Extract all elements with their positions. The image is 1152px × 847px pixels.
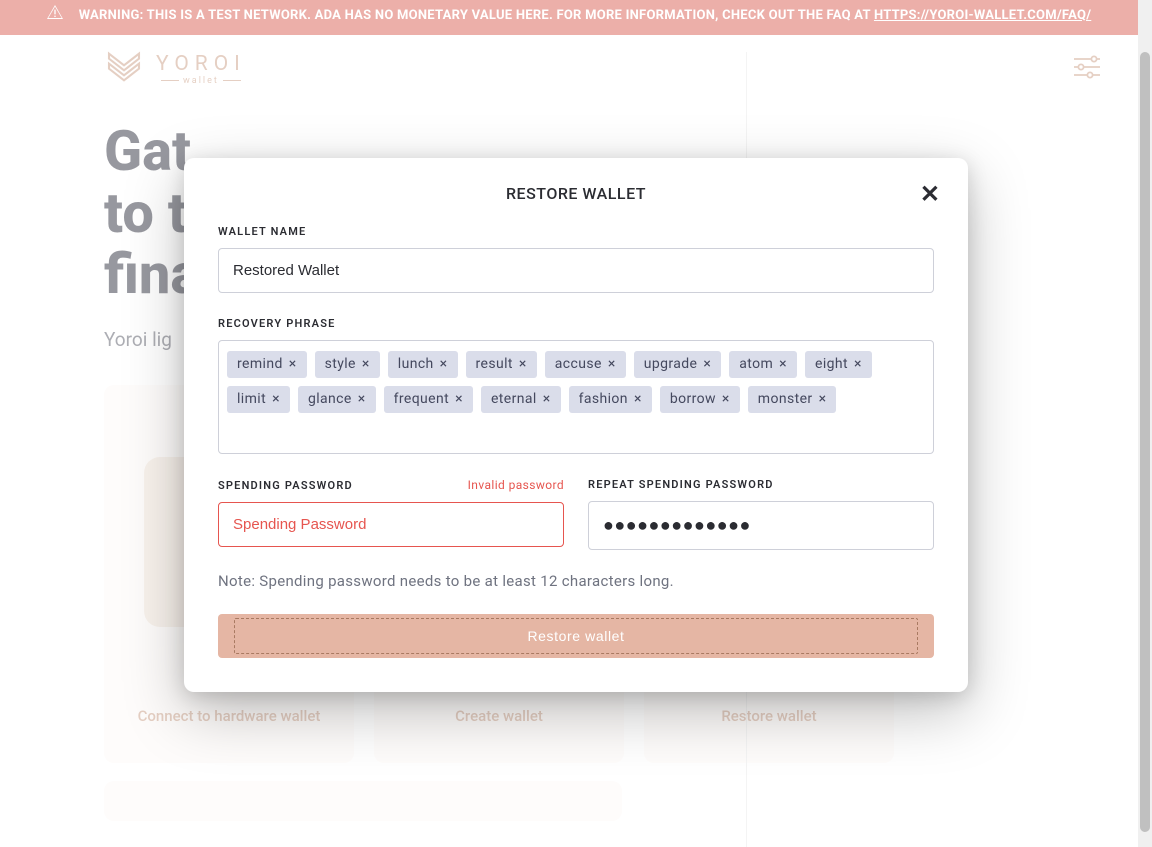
recovery-phrase-label: RECOVERY PHRASE: [218, 317, 934, 330]
scrollbar-thumb[interactable]: [1140, 52, 1150, 832]
remove-word-icon[interactable]: ×: [722, 391, 730, 407]
spending-password-error: Invalid password: [468, 478, 564, 492]
remove-word-icon[interactable]: ×: [779, 356, 787, 372]
close-icon[interactable]: ✕: [920, 180, 940, 208]
wallet-name-input[interactable]: [218, 248, 934, 293]
recovery-word-text: remind: [237, 356, 283, 372]
recovery-word-tag: fashion ×: [569, 386, 652, 413]
restore-wallet-modal: RESTORE WALLET ✕ WALLET NAME RECOVERY PH…: [184, 158, 968, 692]
remove-word-icon[interactable]: ×: [289, 356, 297, 372]
recovery-word-tag: borrow ×: [660, 386, 740, 413]
recovery-phrase-box[interactable]: remind×style×lunch×result×accuse×upgrade…: [218, 340, 934, 454]
recovery-word-text: monster: [758, 391, 813, 407]
remove-word-icon[interactable]: ×: [634, 391, 642, 407]
recovery-word-tag: eight ×: [805, 351, 872, 378]
recovery-word-text: upgrade: [644, 356, 698, 372]
recovery-word-text: eternal: [491, 391, 537, 407]
recovery-word-tag: frequent ×: [384, 386, 473, 413]
recovery-word-tag: result ×: [466, 351, 537, 378]
recovery-word-tag: eternal ×: [481, 386, 561, 413]
recovery-word-text: atom: [739, 356, 773, 372]
recovery-word-text: fashion: [579, 391, 628, 407]
recovery-word-text: result: [476, 356, 513, 372]
modal-title: RESTORE WALLET: [218, 184, 934, 203]
remove-word-icon[interactable]: ×: [608, 356, 616, 372]
remove-word-icon[interactable]: ×: [440, 356, 448, 372]
recovery-word-text: accuse: [555, 356, 602, 372]
recovery-word-text: glance: [308, 391, 352, 407]
remove-word-icon[interactable]: ×: [819, 391, 827, 407]
vertical-scrollbar[interactable]: [1138, 0, 1152, 847]
remove-word-icon[interactable]: ×: [272, 391, 280, 407]
remove-word-icon[interactable]: ×: [854, 356, 862, 372]
recovery-word-text: eight: [815, 356, 848, 372]
recovery-word-tag: monster ×: [748, 386, 837, 413]
wallet-name-label: WALLET NAME: [218, 225, 934, 238]
remove-word-icon[interactable]: ×: [543, 391, 551, 407]
spending-password-input[interactable]: [218, 502, 564, 547]
recovery-word-text: borrow: [670, 391, 716, 407]
recovery-word-tag: lunch ×: [388, 351, 458, 378]
recovery-word-text: frequent: [394, 391, 450, 407]
recovery-word-text: style: [325, 356, 356, 372]
spending-password-label: SPENDING PASSWORD: [218, 479, 353, 492]
remove-word-icon[interactable]: ×: [703, 356, 711, 372]
remove-word-icon[interactable]: ×: [519, 356, 527, 372]
recovery-word-tag: accuse ×: [545, 351, 626, 378]
recovery-word-tag: limit ×: [227, 386, 290, 413]
remove-word-icon[interactable]: ×: [362, 356, 370, 372]
recovery-word-tag: glance ×: [298, 386, 376, 413]
recovery-word-tag: atom ×: [729, 351, 797, 378]
remove-word-icon[interactable]: ×: [358, 391, 366, 407]
password-note: Note: Spending password needs to be at l…: [218, 572, 934, 590]
recovery-word-text: lunch: [398, 356, 434, 372]
repeat-password-input[interactable]: [588, 501, 934, 550]
recovery-word-text: limit: [237, 391, 266, 407]
repeat-password-label: REPEAT SPENDING PASSWORD: [588, 478, 774, 491]
restore-wallet-button[interactable]: Restore wallet: [218, 614, 934, 658]
remove-word-icon[interactable]: ×: [455, 391, 463, 407]
recovery-word-tag: style ×: [315, 351, 380, 378]
recovery-word-tag: remind ×: [227, 351, 307, 378]
recovery-word-tag: upgrade ×: [634, 351, 722, 378]
